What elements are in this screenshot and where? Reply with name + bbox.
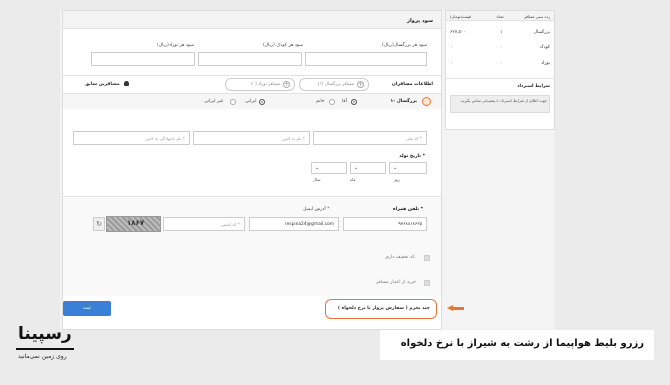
infant-profit-label: سود هر نوزاد(ریال) <box>157 43 195 48</box>
birth-day-select[interactable]: ⌄ <box>389 162 427 174</box>
birth-year-select[interactable]: ⌄ <box>311 162 347 174</box>
passenger-avatar-icon <box>422 97 431 106</box>
passengers-title: اطلاعات مسافران <box>391 82 433 87</box>
logo-slogan: روی زمین نمی‌مانید <box>18 353 67 360</box>
nationality-iranian-radio[interactable] <box>259 99 265 105</box>
adult-profit-input[interactable] <box>305 52 427 66</box>
add-adult-label: مسافر بزرگسال (۱) <box>317 82 354 87</box>
row-adult-count: ۱ <box>500 30 503 35</box>
chevron-down-icon: ⌄ <box>393 165 398 171</box>
price-sidebar: رده سنی مسافر تعداد قیمت(تومان) بزرگسال … <box>445 10 555 130</box>
add-infant-tab[interactable]: + مسافر نوزاد (۰) <box>225 78 295 91</box>
captcha-text: ۱۸۶۷ <box>127 219 145 227</box>
row-child-count: ۰ <box>500 45 503 50</box>
captcha-image: ۱۸۶۷ <box>106 216 161 232</box>
caption-text: رزرو بلیط هواپیما از رشت به شیراز با نرخ… <box>400 338 644 349</box>
mobile-label: تلفن همراه * <box>392 207 423 212</box>
previous-passengers-label: مسافرین سابق <box>85 82 120 87</box>
add-infant-label: مسافر نوزاد (۰) <box>251 82 280 87</box>
discount-label: کد تخفیف دارم. <box>385 255 416 260</box>
nationality-foreign-radio[interactable] <box>230 99 236 105</box>
col-age: رده سنی مسافر <box>524 14 550 19</box>
email-value: respina24@gmail.com <box>284 222 334 227</box>
row-child-age: کودک <box>539 45 550 50</box>
national-code-placeholder: کد ملی * <box>405 136 422 141</box>
col-price: قیمت(تومان) <box>450 14 471 19</box>
chevron-down-icon: ⌄ <box>354 165 359 171</box>
security-code-placeholder: کد امنیتی * <box>220 222 240 227</box>
gender-male-radio[interactable] <box>351 99 357 105</box>
custom-price-button[interactable]: چند بخرم ( سفارش پرواز با نرخ دلخواه ) <box>325 299 437 319</box>
birth-month-select[interactable]: ⌄ <box>350 162 386 174</box>
logo-underline <box>16 348 74 350</box>
last-name-placeholder: نام خانوادگی به لاتین * <box>145 136 185 141</box>
email-input[interactable]: respina24@gmail.com <box>249 217 339 231</box>
row-infant-age: نوزاد <box>541 61 550 66</box>
add-adult-tab[interactable]: + مسافر بزرگسال (۱) <box>299 78 369 91</box>
first-name-input[interactable]: نام به لاتین * <box>193 131 310 145</box>
user-icon <box>124 81 130 86</box>
mobile-value: ۹۳۶۸۸۱۸۶۲۵ <box>398 222 422 227</box>
last-name-input[interactable]: نام خانوادگی به لاتین * <box>73 131 190 145</box>
infant-profit-input[interactable] <box>91 52 195 66</box>
gender-female-label: خانم <box>316 99 325 104</box>
profit-title: سود پرواز <box>407 18 433 24</box>
adult-profit-label: سود هر بزرگسال(ریال) <box>381 43 427 48</box>
plus-icon: + <box>357 81 364 88</box>
logo-text: رسپینا <box>18 324 72 344</box>
row-adult-price: ۶۲۷,۵۰۰ <box>450 30 466 35</box>
credit-checkbox[interactable] <box>424 280 430 286</box>
custom-price-label: چند بخرم ( سفارش پرواز با نرخ دلخواه ) <box>337 306 430 311</box>
birth-date-label: تاریخ تولد * <box>399 154 425 159</box>
arrow-left-icon <box>447 305 465 311</box>
child-profit-input[interactable] <box>198 52 302 66</box>
day-label: روز <box>394 177 400 182</box>
row-infant-count: ۰ <box>500 61 503 66</box>
refund-title: شرایط استرداد <box>517 84 550 89</box>
month-label: ماه <box>350 177 356 182</box>
credit-label: خرید از اعتبار مسافر <box>375 280 416 285</box>
row-infant-price: ۰ <box>450 61 453 66</box>
respina-logo: رسپینا روی زمین نمی‌مانید <box>10 320 110 365</box>
plus-icon: + <box>283 81 290 88</box>
passenger-row-label: ۱- بزرگسال <box>390 99 417 104</box>
booking-form: سود پرواز سود هر بزرگسال(ریال) سود هر کو… <box>62 10 442 330</box>
nationality-foreign-label: غیر ایرانی <box>204 99 224 104</box>
mobile-input[interactable]: ۹۳۶۸۸۱۸۶۲۵ <box>343 217 427 231</box>
gender-male-label: آقا <box>342 99 347 104</box>
caption-bar: رزرو بلیط هواپیما از رشت به شیراز با نرخ… <box>380 330 654 360</box>
first-name-placeholder: نام به لاتین * <box>282 136 305 141</box>
row-adult-age: بزرگسال <box>533 30 550 35</box>
refund-text: جهت اطلاع از شرایط استرداد با پشتیبانی ت… <box>450 95 550 113</box>
row-child-price: ۰ <box>450 45 453 50</box>
submit-button[interactable]: ثبت <box>63 301 111 316</box>
gender-female-radio[interactable] <box>329 99 335 105</box>
email-label: آدرس ایمیل * <box>303 207 330 212</box>
col-count: تعداد <box>496 14 504 19</box>
previous-passengers-link[interactable]: مسافرین سابق <box>85 81 130 87</box>
refresh-captcha-icon[interactable]: ↻ <box>93 217 105 231</box>
discount-checkbox[interactable] <box>424 255 430 261</box>
profit-header <box>63 11 441 29</box>
nationality-iranian-label: ایرانی <box>245 99 257 104</box>
security-code-input[interactable]: کد امنیتی * <box>163 217 245 231</box>
national-code-input[interactable]: کد ملی * <box>313 131 427 145</box>
chevron-down-icon: ⌄ <box>315 165 320 171</box>
year-label: سال <box>313 177 321 182</box>
child-profit-label: سود هر کودک (ریال) <box>263 43 304 48</box>
